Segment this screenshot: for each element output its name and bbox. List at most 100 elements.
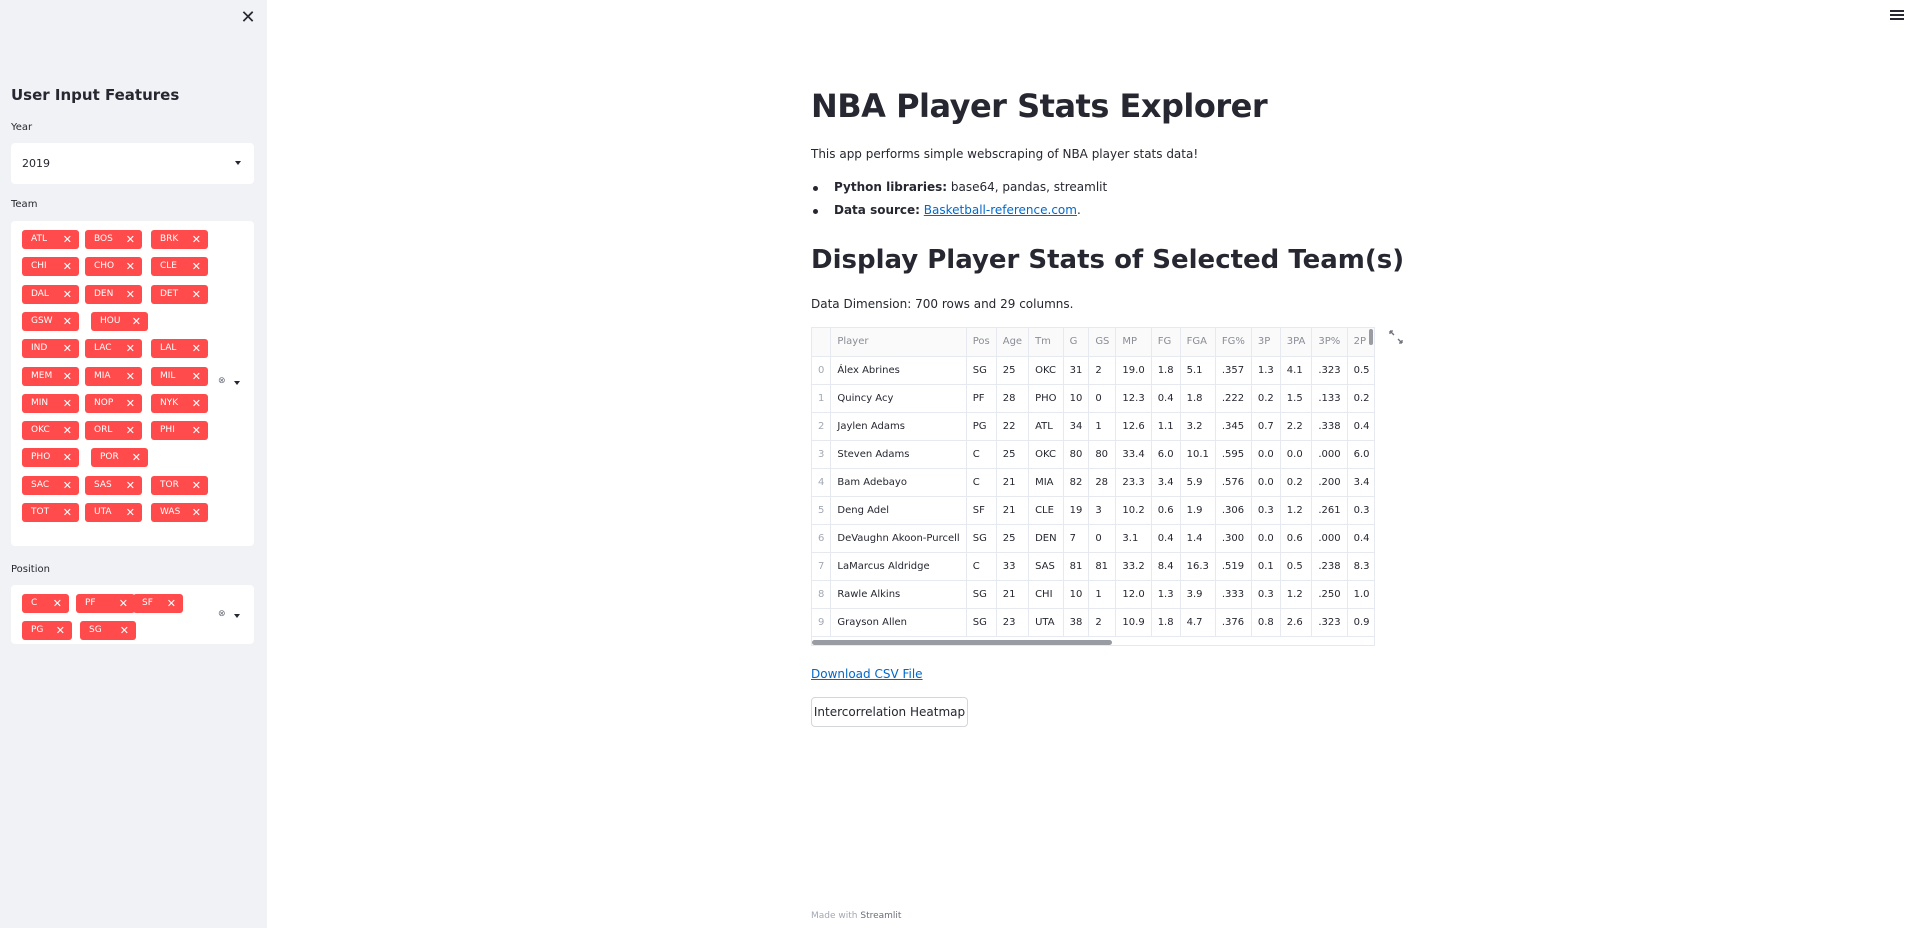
table-cell[interactable]: 0.0 <box>1251 524 1281 553</box>
team-tag[interactable]: LAC ✕ <box>85 339 142 359</box>
table-cell[interactable]: .376 <box>1215 608 1252 637</box>
remove-tag-icon[interactable]: ✕ <box>63 230 72 249</box>
column-header[interactable]: Player <box>830 328 967 357</box>
team-tag[interactable]: BRK ✕ <box>151 230 208 249</box>
table-cell[interactable]: 19 <box>1063 496 1090 525</box>
column-header[interactable]: 3P% <box>1311 328 1348 357</box>
team-tag[interactable]: CHI ✕ <box>22 257 79 277</box>
table-cell[interactable]: 6.0 <box>1347 440 1374 469</box>
team-tag[interactable]: HOU ✕ <box>91 311 148 331</box>
table-cell[interactable]: .250 <box>1311 580 1348 609</box>
table-cell[interactable]: 25 <box>996 356 1030 385</box>
table-cell[interactable]: PF <box>966 384 997 413</box>
remove-tag-icon[interactable]: ✕ <box>192 230 201 249</box>
team-tag[interactable]: SAC ✕ <box>22 475 79 495</box>
row-index[interactable]: 6 <box>812 524 832 553</box>
table-cell[interactable]: 21 <box>996 496 1030 525</box>
table-cell[interactable]: .357 <box>1215 356 1252 385</box>
table-cell[interactable]: DEN <box>1028 524 1064 553</box>
vertical-scrollbar[interactable] <box>1369 329 1373 345</box>
row-index[interactable]: 5 <box>812 496 832 525</box>
table-cell[interactable]: Grayson Allen <box>830 608 967 637</box>
remove-tag-icon[interactable]: ✕ <box>126 394 135 413</box>
table-cell[interactable]: .333 <box>1215 580 1252 609</box>
table-cell[interactable]: 28 <box>1088 468 1117 497</box>
table-cell[interactable]: 1.0 <box>1347 580 1374 609</box>
table-cell[interactable]: 22 <box>996 412 1030 441</box>
table-row[interactable]: 4 Bam Adebayo C 21 MIA 82 28 23.3 3.4 5.9.576 0.0 0… <box>812 468 1374 497</box>
remove-tag-icon[interactable]: ✕ <box>126 257 135 276</box>
table-cell[interactable]: SG <box>966 580 997 609</box>
table-cell[interactable]: 0.3 <box>1347 496 1374 525</box>
table-cell[interactable]: 3.4 <box>1347 468 1374 497</box>
table-cell[interactable]: UTA <box>1028 608 1064 637</box>
table-cell[interactable]: .345 <box>1215 412 1252 441</box>
table-cell[interactable]: 3 <box>1088 496 1117 525</box>
player-stats-table[interactable]: Player Pos Age Tm G GS MP FG FGA FG% 3P 3PA 3P% 2P 0Á… <box>811 327 1375 646</box>
table-cell[interactable]: Quincy Acy <box>830 384 967 413</box>
source-link[interactable]: Basketball-reference.com <box>924 203 1077 217</box>
table-cell[interactable]: 33 <box>996 552 1030 581</box>
table-cell[interactable]: 1.8 <box>1151 608 1181 637</box>
table-cell[interactable]: 1.3 <box>1251 356 1281 385</box>
table-cell[interactable]: C <box>966 468 997 497</box>
team-tag[interactable]: PHO ✕ <box>22 448 79 468</box>
table-cell[interactable]: SAS <box>1028 552 1064 581</box>
position-tag[interactable]: SF ✕ <box>133 594 183 613</box>
table-row[interactable]: 2 Jaylen Adams PG 22 ATL 34 1 12.6 1.1 3.2.345 0.7… <box>812 412 1374 441</box>
row-index[interactable]: 0 <box>812 356 832 385</box>
table-cell[interactable]: 21 <box>996 580 1030 609</box>
team-tag[interactable]: UTA ✕ <box>85 503 142 522</box>
table-cell[interactable]: 19.0 <box>1115 356 1152 385</box>
clear-all-icon[interactable]: ⊗ <box>218 609 226 619</box>
remove-tag-icon[interactable]: ✕ <box>63 367 72 386</box>
table-cell[interactable]: 1.1 <box>1151 412 1181 441</box>
table-cell[interactable]: .200 <box>1311 468 1348 497</box>
table-cell[interactable]: 81 <box>1063 552 1090 581</box>
footer-brand[interactable]: Streamlit <box>860 911 901 921</box>
table-cell[interactable]: 82 <box>1063 468 1090 497</box>
remove-tag-icon[interactable]: ✕ <box>192 394 201 413</box>
table-cell[interactable]: CLE <box>1028 496 1064 525</box>
table-cell[interactable]: 10 <box>1063 580 1090 609</box>
table-cell[interactable]: 80 <box>1063 440 1090 469</box>
table-row[interactable]: 0 Álex Abrines SG 25 OKC 31 2 19.0 1.8 5.1.357 1.3… <box>812 356 1374 385</box>
intercorrelation-heatmap-button[interactable]: Intercorrelation Heatmap <box>811 697 968 727</box>
table-cell[interactable]: 23.3 <box>1115 468 1152 497</box>
table-cell[interactable]: 21 <box>996 468 1030 497</box>
year-select[interactable]: 2019 <box>11 143 254 184</box>
table-cell[interactable]: SG <box>966 356 997 385</box>
table-cell[interactable]: 1.5 <box>1280 384 1313 413</box>
remove-tag-icon[interactable]: ✕ <box>63 257 72 276</box>
team-tag[interactable]: NYK ✕ <box>151 393 208 413</box>
table-cell[interactable]: .306 <box>1215 496 1252 525</box>
close-icon[interactable]: ✕ <box>236 6 260 30</box>
table-cell[interactable]: 5.1 <box>1180 356 1216 385</box>
table-cell[interactable]: OKC <box>1028 356 1064 385</box>
table-cell[interactable]: 3.9 <box>1180 580 1216 609</box>
team-tag[interactable]: MIA ✕ <box>85 366 142 386</box>
table-cell[interactable]: .323 <box>1311 608 1348 637</box>
row-index[interactable]: 9 <box>812 608 832 637</box>
table-cell[interactable]: 1.8 <box>1151 356 1181 385</box>
table-cell[interactable]: Rawle Alkins <box>830 580 967 609</box>
row-index[interactable]: 3 <box>812 440 832 469</box>
table-cell[interactable]: PHO <box>1028 384 1064 413</box>
table-cell[interactable]: 0.3 <box>1251 580 1281 609</box>
table-cell[interactable]: 1.2 <box>1280 580 1313 609</box>
table-cell[interactable]: 31 <box>1063 356 1090 385</box>
table-cell[interactable]: .222 <box>1215 384 1252 413</box>
remove-tag-icon[interactable]: ✕ <box>63 339 72 358</box>
table-cell[interactable]: C <box>966 440 997 469</box>
table-cell[interactable]: Steven Adams <box>830 440 967 469</box>
table-cell[interactable]: 33.4 <box>1115 440 1152 469</box>
table-cell[interactable]: SG <box>966 608 997 637</box>
remove-tag-icon[interactable]: ✕ <box>192 503 201 522</box>
table-cell[interactable]: 10.9 <box>1115 608 1152 637</box>
table-cell[interactable]: 12.0 <box>1115 580 1152 609</box>
table-cell[interactable]: 81 <box>1088 552 1117 581</box>
table-cell[interactable]: 0.5 <box>1280 552 1313 581</box>
table-cell[interactable]: OKC <box>1028 440 1064 469</box>
remove-tag-icon[interactable]: ✕ <box>63 448 72 467</box>
table-cell[interactable]: 38 <box>1063 608 1090 637</box>
